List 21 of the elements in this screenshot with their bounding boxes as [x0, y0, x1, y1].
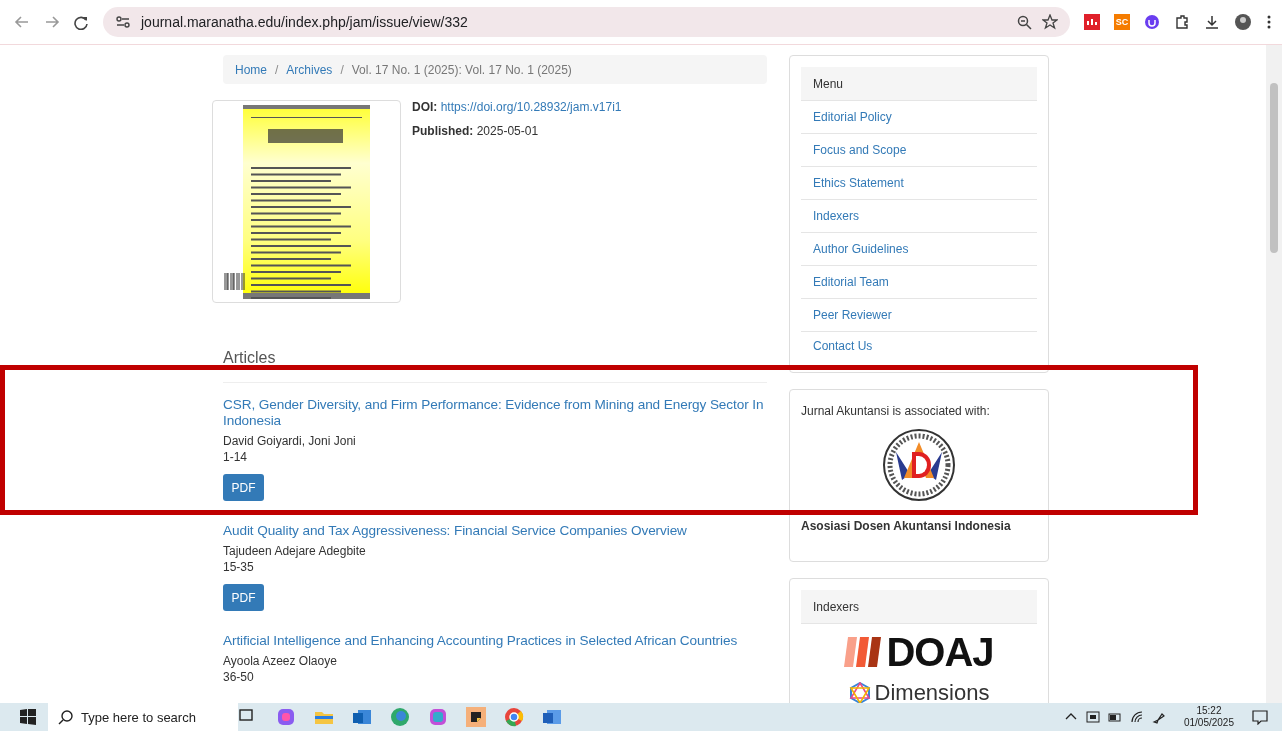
article-pages: 15-35: [223, 560, 255, 574]
article-pages: 36-50: [223, 670, 255, 684]
association-name: Asosiasi Dosen Akuntansi Indonesia: [801, 519, 1012, 533]
breadcrumb-current: Vol. 17 No. 1 (2025): Vol. 17 No. 1 (2025): [351, 62, 572, 77]
articles-heading: Articles: [223, 349, 767, 383]
article-authors: David Goiyardi, Joni Joni: [223, 434, 357, 448]
url-text: journal.maranatha.edu/index.php/jam/issue/view/332: [141, 14, 468, 30]
doi-label: DOI:: [412, 100, 438, 114]
article-authors: Ayoola Azeez Olaoye: [223, 654, 338, 668]
breadcrumb-separator: /: [274, 62, 280, 77]
doaj-logo-text: DOAJ: [886, 632, 994, 672]
dimensions-logo-text: Dimensions: [874, 680, 990, 703]
breadcrumb-separator: /: [339, 62, 345, 77]
indexers-heading: Indexers: [801, 590, 1037, 624]
published-date: 2025-05-01: [476, 124, 539, 138]
article-authors: Tajudeen Adejare Adegbite: [223, 544, 367, 558]
article-pages: 1-14: [223, 450, 249, 464]
published-label: Published:: [412, 124, 474, 138]
menu-heading: Menu: [801, 67, 1037, 101]
search-placeholder: Type here to search: [81, 709, 196, 725]
association-intro: Jurnal Akuntansi is associated with:: [801, 404, 991, 418]
